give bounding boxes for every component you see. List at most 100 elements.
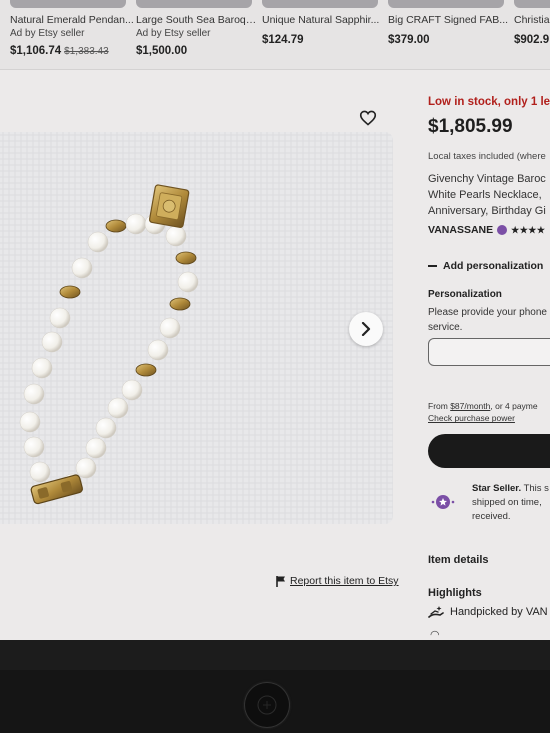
chevron-right-icon: [361, 322, 371, 336]
pearl-bead: [75, 457, 97, 479]
rec-card[interactable]: Christia $902.9: [514, 13, 550, 49]
star-seller-line: This s: [523, 483, 549, 494]
star-seller-line: shipped on time,: [472, 496, 542, 508]
add-personalization-toggle[interactable]: Add personalization: [428, 260, 543, 272]
recommendation-strip: Natural Emerald Pendan... Ad by Etsy sel…: [0, 0, 550, 70]
highlights-heading: Highlights: [428, 587, 482, 599]
personalization-input[interactable]: [428, 338, 550, 366]
rec-card[interactable]: Natural Emerald Pendan... Ad by Etsy sel…: [10, 13, 134, 59]
home-button[interactable]: [244, 682, 290, 728]
pearl-bead: [165, 225, 187, 247]
device-bezel: [0, 640, 550, 733]
gold-spacer-bead: [59, 285, 81, 299]
pearl-bead: [71, 257, 93, 279]
rec-thumbnail[interactable]: [514, 0, 550, 8]
personalization-help-line: service.: [428, 321, 463, 333]
rec-price-value: $1,106.74: [10, 44, 62, 57]
rec-title[interactable]: Unique Natural Sapphir...: [262, 13, 386, 27]
pearl-bead: [23, 436, 45, 458]
rec-price: $1,500.00: [136, 44, 188, 57]
hand-sparkle-icon: [428, 606, 444, 618]
star-seller-small-icon: [497, 225, 508, 235]
report-item-link[interactable]: Report this item to Etsy: [276, 575, 399, 587]
pearl-bead: [87, 231, 109, 253]
star-seller-badge: [430, 492, 456, 512]
rating-stars[interactable]: ★★★★: [511, 225, 545, 236]
listing-title-line: White Pearls Necklace,: [428, 189, 542, 201]
finance-amount: $87/month: [450, 401, 491, 411]
shop-name[interactable]: VANASSANE: [428, 224, 493, 236]
home-button-glyph-icon: [257, 695, 277, 715]
listing-image[interactable]: [0, 132, 393, 524]
financing-info: From $87/month, or 4 payme Check purchas…: [428, 400, 538, 425]
partial-icon: ◠: [430, 629, 440, 636]
gold-spacer-bead: [105, 219, 127, 233]
rec-old-price: $1,383.43: [64, 45, 109, 57]
handpicked-row: Handpicked by VAN: [428, 605, 548, 619]
shop-row[interactable]: VANASSANE ★★★★: [428, 224, 545, 236]
browser-screen: Natural Emerald Pendan... Ad by Etsy sel…: [0, 0, 550, 640]
personalization-help-line: Please provide your phone: [428, 307, 547, 318]
rec-seller: Ad by Etsy seller: [10, 28, 85, 40]
listing-price: $1,805.99: [428, 116, 513, 137]
star-seller-title: Star Seller.: [472, 483, 522, 494]
rec-title[interactable]: Large South Sea Baroqu...: [136, 13, 260, 27]
flag-icon: [276, 575, 285, 587]
pearl-bead: [49, 307, 71, 329]
rec-card[interactable]: Unique Natural Sapphir... $124.79: [262, 13, 386, 49]
rec-thumbnail[interactable]: [262, 0, 378, 8]
check-purchase-power-link[interactable]: Check purchase power: [428, 412, 538, 424]
listing-title-line: Givenchy Vintage Baroc: [428, 173, 546, 185]
buy-it-now-button[interactable]: [428, 434, 550, 468]
pearl-bead: [107, 397, 129, 419]
item-details-heading[interactable]: Item details: [428, 554, 489, 566]
pearl-bead: [29, 461, 51, 483]
handpicked-label: Handpicked by VAN: [450, 606, 548, 618]
pearl-bead: [159, 317, 181, 339]
rec-price: $379.00: [388, 34, 430, 47]
star-seller-info: Star Seller. This s shipped on time, rec…: [472, 482, 549, 523]
rec-card[interactable]: Large South Sea Baroqu... Ad by Etsy sel…: [136, 13, 260, 59]
rec-thumbnail[interactable]: [136, 0, 252, 8]
rec-title[interactable]: Natural Emerald Pendan...: [10, 13, 134, 27]
pearl-bead: [41, 331, 63, 353]
rec-card[interactable]: Big CRAFT Signed FAB... $379.00: [388, 13, 512, 49]
stock-notice: Low in stock, only 1 left: [428, 96, 550, 108]
finance-prefix: From: [428, 401, 451, 411]
pearl-bead: [31, 357, 53, 379]
pearl-bead: [85, 437, 107, 459]
finance-suffix: , or 4 payme: [490, 401, 538, 411]
pearl-bead: [95, 417, 117, 439]
gold-spacer-bead: [175, 251, 197, 265]
report-item-label[interactable]: Report this item to Etsy: [290, 575, 399, 587]
bezel-edge: [0, 640, 550, 670]
rec-seller: Ad by Etsy seller: [136, 28, 211, 40]
next-image-button[interactable]: [349, 312, 383, 346]
rec-thumbnail[interactable]: [388, 0, 504, 8]
rec-price: $902.9: [514, 34, 550, 47]
tax-note: Local taxes included (where: [428, 151, 546, 162]
star-seller-line: received.: [472, 510, 511, 522]
pearl-bead: [177, 271, 199, 293]
heart-outline-icon: [359, 110, 377, 126]
personalization-help: Please provide your phone service.: [428, 306, 547, 335]
rec-title[interactable]: Christia: [514, 13, 550, 27]
minus-icon: [428, 265, 437, 268]
gold-spacer-bead: [135, 363, 157, 377]
star-seller-badge-icon: [431, 495, 455, 509]
pearl-bead: [147, 339, 169, 361]
add-personalization-label[interactable]: Add personalization: [443, 260, 543, 272]
pearl-bead: [23, 383, 45, 405]
listing-title-line: Anniversary, Birthday Gi: [428, 205, 546, 217]
rec-title[interactable]: Big CRAFT Signed FAB...: [388, 13, 512, 27]
pearl-bead: [125, 213, 147, 235]
gold-spacer-bead: [169, 297, 191, 311]
pearl-necklace-image: [0, 132, 393, 524]
rec-thumbnail[interactable]: [10, 0, 126, 8]
personalization-label: Personalization: [428, 289, 502, 300]
rec-price: $1,106.74 $1,383.43: [10, 44, 134, 60]
rec-price: $124.79: [262, 34, 304, 47]
favorite-button[interactable]: [357, 108, 379, 128]
pearl-bead: [19, 411, 41, 433]
pearl-bead: [121, 379, 143, 401]
